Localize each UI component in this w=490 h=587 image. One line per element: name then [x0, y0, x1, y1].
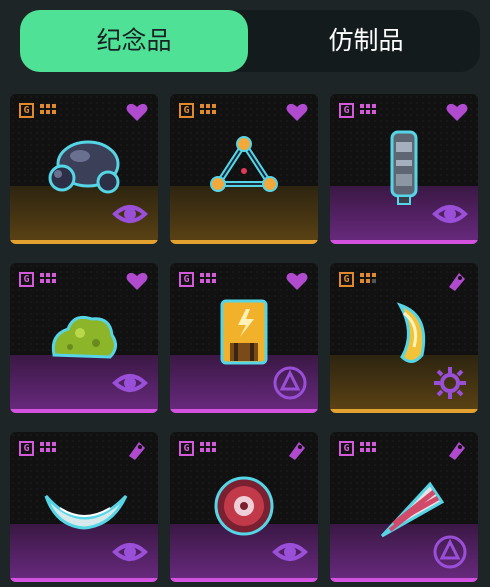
item-card-striped-drill[interactable]: G	[330, 432, 478, 582]
item-card-golden-fang[interactable]: G	[330, 263, 478, 413]
rarity-edge	[170, 409, 318, 413]
rarity-edge	[330, 409, 478, 413]
circle-emblem-icon	[432, 534, 468, 570]
category-tabs: 纪念品 仿制品	[20, 10, 480, 72]
level-dots-icon	[200, 273, 216, 285]
item-card-stone-cluster[interactable]: G	[10, 94, 158, 244]
item-card-triangle-orb[interactable]: G	[170, 94, 318, 244]
rarity-edge	[330, 578, 478, 582]
rarity-edge	[10, 409, 158, 413]
level-dots-icon	[360, 104, 376, 116]
tab-replicas[interactable]: 仿制品	[252, 10, 480, 72]
item-card-white-crescent[interactable]: G	[10, 432, 158, 582]
level-dots-icon	[40, 273, 56, 285]
level-dots-icon	[200, 104, 216, 116]
level-dots-icon	[200, 442, 216, 454]
item-card-green-slime[interactable]: G	[10, 263, 158, 413]
item-card-red-shield-orb[interactable]: G	[170, 432, 318, 582]
rarity-edge	[170, 578, 318, 582]
rarity-edge	[10, 578, 158, 582]
triangle-orb-icon	[170, 116, 318, 216]
level-dots-icon	[360, 273, 376, 285]
rarity-edge	[330, 240, 478, 244]
sun-emblem-icon	[432, 365, 468, 401]
item-card-lightning-battery[interactable]: G	[170, 263, 318, 413]
circle-emblem-icon	[272, 365, 308, 401]
eye-emblem-icon	[112, 534, 148, 570]
level-dots-icon	[40, 442, 56, 454]
eye-emblem-icon	[432, 196, 468, 232]
rarity-edge	[10, 240, 158, 244]
eye-emblem-icon	[272, 534, 308, 570]
level-dots-icon	[40, 104, 56, 116]
rarity-edge	[170, 240, 318, 244]
eye-emblem-icon	[112, 196, 148, 232]
eye-emblem-icon	[112, 365, 148, 401]
level-dots-icon	[360, 442, 376, 454]
item-card-metal-capsule[interactable]: G	[330, 94, 478, 244]
tab-souvenirs[interactable]: 纪念品	[20, 10, 248, 72]
